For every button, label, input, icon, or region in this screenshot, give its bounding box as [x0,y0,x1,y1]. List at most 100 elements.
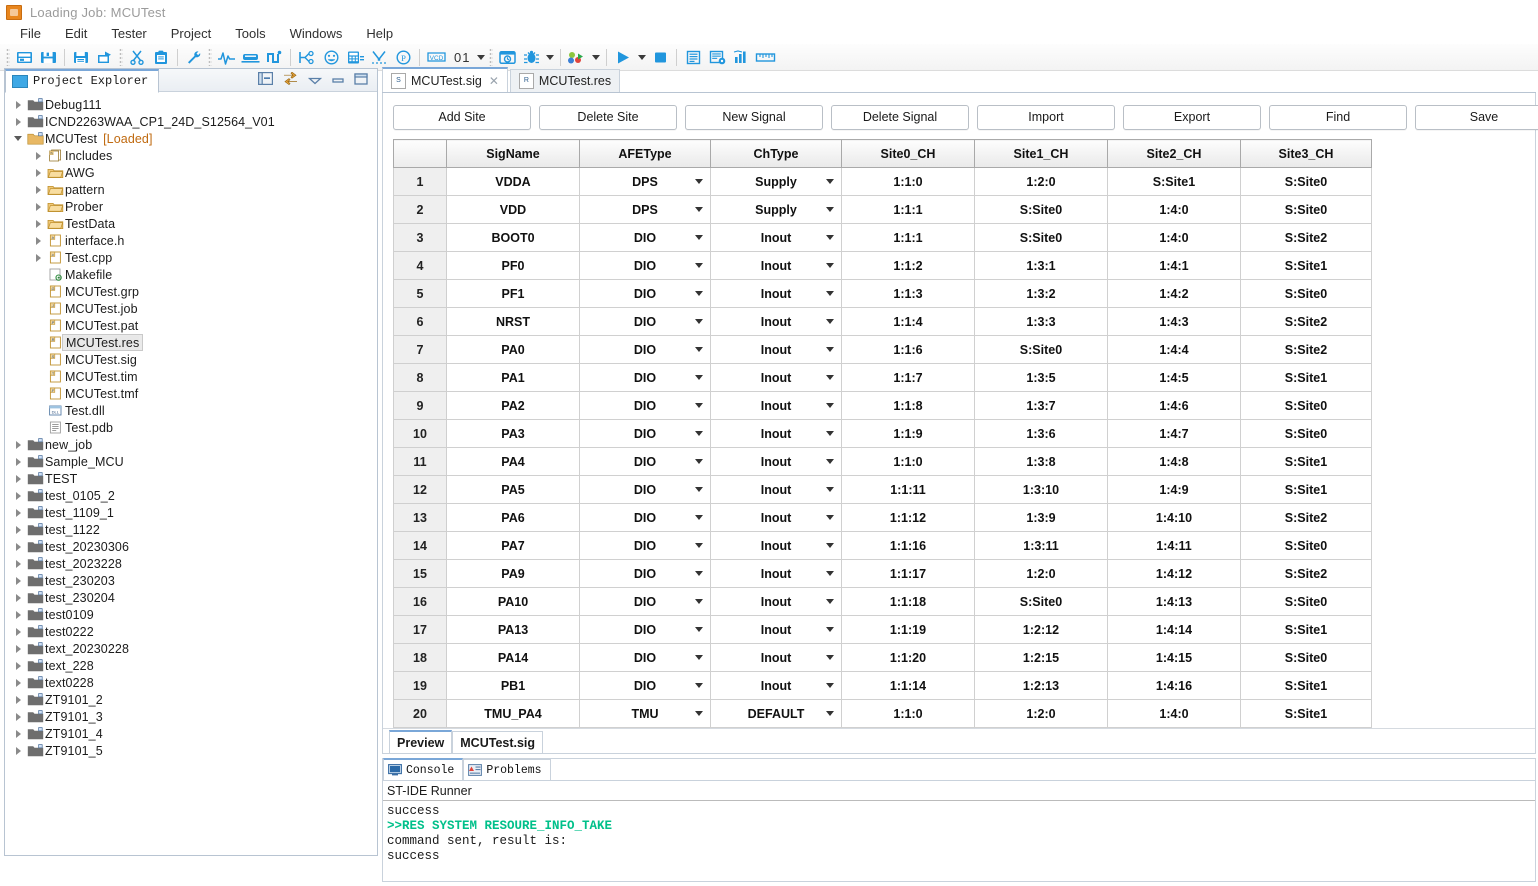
cell-chtype-dropdown[interactable]: Inout [711,672,842,700]
cell-site1_ch[interactable]: 1:2:0 [975,560,1108,588]
column-header-site0_ch[interactable]: Site0_CH [842,140,975,168]
cell-site3_ch[interactable]: S:Site0 [1241,196,1372,224]
cell-site1_ch[interactable]: 1:3:9 [975,504,1108,532]
signal-icon[interactable] [262,46,286,68]
cell-site0_ch[interactable]: 1:1:0 [842,700,975,728]
cell-afetype-dropdown[interactable]: DIO [580,560,711,588]
cell-site1_ch[interactable]: S:Site0 [975,588,1108,616]
tree-item-interface-h[interactable]: .hinterface.h [5,232,377,249]
cell-site2_ch[interactable]: 1:4:0 [1108,700,1241,728]
cell-site1_ch[interactable]: 1:3:7 [975,392,1108,420]
cell-site3_ch[interactable]: S:Site2 [1241,560,1372,588]
calculator-icon[interactable] [343,46,367,68]
row-number[interactable]: 9 [394,392,447,420]
tree-item-test-cpp[interactable]: .cTest.cpp [5,249,377,266]
row-number[interactable]: 17 [394,616,447,644]
cell-site0_ch[interactable]: 1:1:11 [842,476,975,504]
row-number[interactable]: 7 [394,336,447,364]
cell-signame[interactable]: BOOT0 [447,224,580,252]
chevron-down-icon[interactable] [826,711,834,716]
cell-site1_ch[interactable]: 1:3:5 [975,364,1108,392]
cut-icon[interactable] [125,46,149,68]
cell-afetype-dropdown[interactable]: TMU [580,700,711,728]
chevron-down-icon[interactable] [826,375,834,380]
tree-item-zt9101-2[interactable]: ZT9101_2 [5,691,377,708]
delete-signal-button[interactable]: Delete Signal [831,105,969,130]
table-row[interactable]: 14PA7DIOInout1:1:161:3:111:4:11S:Site0 [394,532,1372,560]
column-header-site2_ch[interactable]: Site2_CH [1108,140,1241,168]
cell-site0_ch[interactable]: 1:1:7 [842,364,975,392]
cell-signame[interactable]: TMU_PA4 [447,700,580,728]
tree-item-test-1109-1[interactable]: test_1109_1 [5,504,377,521]
save-button[interactable]: Save [1415,105,1538,130]
cell-site2_ch[interactable]: 1:4:14 [1108,616,1241,644]
cell-signame[interactable]: VDDA [447,168,580,196]
chevron-down-icon[interactable] [826,403,834,408]
cell-site2_ch[interactable]: 1:4:0 [1108,196,1241,224]
row-number[interactable]: 4 [394,252,447,280]
cell-site0_ch[interactable]: 1:1:1 [842,224,975,252]
tree-item-test-dll[interactable]: DLLTest.dll [5,402,377,419]
cell-chtype-dropdown[interactable]: Inout [711,252,842,280]
paste-icon[interactable] [149,46,173,68]
tree-item-test-230204[interactable]: test_230204 [5,589,377,606]
cell-signame[interactable]: PA7 [447,532,580,560]
tree-item-mcutest-pat[interactable]: .PMCUTest.pat [5,317,377,334]
table-row[interactable]: 9PA2DIOInout1:1:81:3:71:4:6S:Site0 [394,392,1372,420]
smiley-icon[interactable] [319,46,343,68]
cell-site0_ch[interactable]: 1:1:18 [842,588,975,616]
chevron-down-icon[interactable] [695,403,703,408]
chevron-right-icon[interactable] [11,543,25,551]
chevron-right-icon[interactable] [11,526,25,534]
table-row[interactable]: 16PA10DIOInout1:1:18S:Site01:4:13S:Site0 [394,588,1372,616]
editor-tab-mcutest-res[interactable]: RMCUTest.res [510,69,620,92]
cell-chtype-dropdown[interactable]: Inout [711,588,842,616]
menu-item-help[interactable]: Help [354,24,405,43]
chevron-down-icon[interactable] [826,599,834,604]
cell-signame[interactable]: PF1 [447,280,580,308]
cell-afetype-dropdown[interactable]: DIO [580,532,711,560]
chevron-down-icon[interactable] [826,627,834,632]
open-icon[interactable] [12,46,36,68]
chevron-down-icon[interactable] [695,459,703,464]
new-signal-button[interactable]: New Signal [685,105,823,130]
tree-item-mcutest-tim[interactable]: .TMCUTest.tim [5,368,377,385]
cell-site3_ch[interactable]: S:Site2 [1241,336,1372,364]
row-number[interactable]: 18 [394,644,447,672]
tree-item-mcutest-sig[interactable]: .SMCUTest.sig [5,351,377,368]
chevron-right-icon[interactable] [11,475,25,483]
chevron-down-icon[interactable] [11,136,25,141]
cell-afetype-dropdown[interactable]: DIO [580,420,711,448]
cell-site2_ch[interactable]: 1:4:9 [1108,476,1241,504]
menu-item-file[interactable]: File [8,24,53,43]
tree-item-test-2023228[interactable]: test_2023228 [5,555,377,572]
chevron-right-icon[interactable] [31,152,45,160]
cell-site1_ch[interactable]: 1:2:0 [975,168,1108,196]
cell-signame[interactable]: PA1 [447,364,580,392]
cell-site2_ch[interactable]: 1:4:10 [1108,504,1241,532]
cell-signame[interactable]: PA3 [447,420,580,448]
cell-chtype-dropdown[interactable]: Inout [711,224,842,252]
cell-afetype-dropdown[interactable]: DIO [580,336,711,364]
row-number[interactable]: 2 [394,196,447,224]
cell-chtype-dropdown[interactable]: Inout [711,644,842,672]
cell-site3_ch[interactable]: S:Site1 [1241,616,1372,644]
cell-site3_ch[interactable]: S:Site0 [1241,588,1372,616]
tree-item-new-job[interactable]: new_job [5,436,377,453]
cell-site1_ch[interactable]: S:Site0 [975,224,1108,252]
chevron-down-icon[interactable] [635,46,648,68]
cell-site0_ch[interactable]: 1:1:8 [842,392,975,420]
cell-signame[interactable]: PA13 [447,616,580,644]
chevron-right-icon[interactable] [31,254,45,262]
resources-icon[interactable] [565,46,589,68]
stop-icon[interactable] [648,46,672,68]
column-header-afetype[interactable]: AFEType [580,140,711,168]
cell-site3_ch[interactable]: S:Site0 [1241,532,1372,560]
table-row[interactable]: 6NRSTDIOInout1:1:41:3:31:4:3S:Site2 [394,308,1372,336]
chevron-down-icon[interactable] [826,683,834,688]
cell-site1_ch[interactable]: 1:3:2 [975,280,1108,308]
cell-chtype-dropdown[interactable]: Supply [711,168,842,196]
cell-site1_ch[interactable]: 1:2:0 [975,700,1108,728]
chevron-right-icon[interactable] [11,594,25,602]
toolbar-grip[interactable] [208,48,212,66]
